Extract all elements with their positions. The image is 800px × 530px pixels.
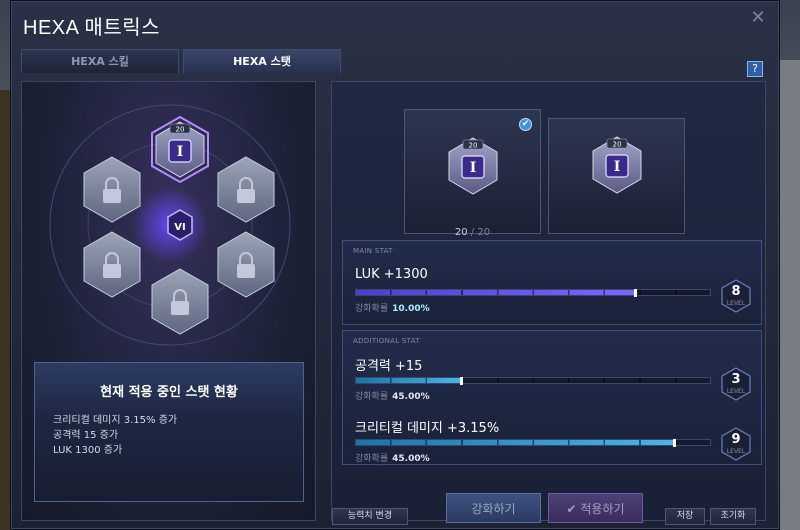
tab-hexa-skill[interactable]: HEXA 스킬 bbox=[21, 49, 179, 73]
status-line-attack: 공격력 15 증가 bbox=[53, 430, 119, 441]
selected-check-icon: ✔ bbox=[519, 118, 532, 131]
status-line-luk: LUK 1300 증가 bbox=[53, 445, 123, 456]
apply-button-label: 적용하기 bbox=[580, 502, 625, 516]
hexa-matrix-window: HEXA 매트릭스 ✕ ? HEXA 스킬 HEXA 스탯 20 I VI 현재… bbox=[10, 0, 780, 530]
check-circle-icon: ✔ bbox=[566, 502, 581, 516]
probability-label: 강화확률 bbox=[355, 304, 389, 314]
hexa-node-grid: 20 I VI bbox=[49, 104, 291, 346]
level-number: 9 bbox=[731, 432, 741, 447]
additional-stat-section: ADDITIONAL STAT 공격력 +15 강화확률 45.00% 3 LEV… bbox=[342, 330, 762, 465]
progress-segments bbox=[356, 378, 710, 383]
additional-stat-probability-1: 강화확률 45.00% bbox=[355, 389, 430, 402]
level-badge-text: 20 bbox=[176, 126, 185, 134]
probability-value: 45.00% bbox=[392, 392, 430, 402]
upgrade-button[interactable]: 강화하기 bbox=[446, 493, 541, 523]
hexa-node-locked-bottom[interactable] bbox=[151, 268, 209, 335]
stat-core-slot-preview[interactable]: 20 I bbox=[548, 118, 685, 234]
slot-badge-text: 20 bbox=[613, 141, 622, 149]
hexa-node-panel: 20 I VI 현재 적용 중인 스탯 현황 크리티컬 데미지 3.15% 증가… bbox=[21, 81, 316, 521]
status-title: 현재 적용 중인 스탯 현황 bbox=[100, 385, 238, 400]
progress-tip bbox=[460, 377, 464, 385]
additional-stat-progress-bar-2 bbox=[355, 439, 711, 447]
help-button[interactable]: ? bbox=[747, 61, 763, 77]
tab-bar: HEXA 스킬 HEXA 스탯 bbox=[21, 49, 341, 73]
level-number: 3 bbox=[731, 372, 741, 387]
hexa-stat-panel: ✔ 20 I 20 / 20 20 I MAIN STAT LUK +1300 bbox=[331, 81, 766, 521]
additional-stat-name-2: 크리티컬 데미지 +3.15% bbox=[355, 421, 500, 436]
hexa-node-locked-lower-right[interactable] bbox=[217, 231, 275, 298]
additional-stat-level-badge-2: 9 LEVEL bbox=[719, 427, 753, 461]
save-button[interactable]: 저장 bbox=[665, 508, 705, 525]
probability-label: 강화확률 bbox=[355, 454, 389, 464]
stat-core-glyph: I bbox=[177, 144, 184, 160]
hexa-node-locked-upper-left[interactable] bbox=[83, 156, 141, 223]
slot-level-separator: / bbox=[467, 227, 478, 238]
progress-segments bbox=[356, 290, 710, 295]
tab-hexa-stat[interactable]: HEXA 스탯 bbox=[183, 49, 341, 73]
slot-level-indicator: 20 / 20 bbox=[405, 227, 540, 238]
hexa-node-locked-lower-left[interactable] bbox=[83, 231, 141, 298]
stat-core-slot-current[interactable]: ✔ 20 I 20 / 20 bbox=[404, 109, 541, 238]
hexa-node-locked-upper-right[interactable] bbox=[217, 156, 275, 223]
section-label: ADDITIONAL STAT bbox=[353, 337, 420, 345]
additional-stat-level-badge-1: 3 LEVEL bbox=[719, 367, 753, 401]
stat-core-hex-icon: 20 I bbox=[592, 136, 642, 194]
slot-glyph: I bbox=[470, 160, 477, 176]
progress-tip bbox=[633, 289, 637, 297]
slot-badge-text: 20 bbox=[469, 142, 478, 150]
section-label: MAIN STAT bbox=[353, 247, 393, 255]
main-stat-name: LUK +1300 bbox=[355, 267, 428, 282]
slot-level-current: 20 bbox=[454, 227, 468, 238]
window-title: HEXA 매트릭스 bbox=[23, 17, 161, 39]
progress-segments bbox=[356, 440, 710, 445]
emblem-glyph: VI bbox=[174, 222, 185, 233]
level-label: LEVEL bbox=[726, 388, 746, 395]
probability-value: 45.00% bbox=[392, 454, 430, 464]
slot-glyph: I bbox=[614, 159, 621, 175]
applied-stat-status-box: 현재 적용 중인 스탯 현황 크리티컬 데미지 3.15% 증가 공격력 15 … bbox=[34, 362, 304, 502]
level-number: 8 bbox=[731, 284, 741, 299]
slot-level-max: 20 bbox=[477, 227, 491, 238]
main-stat-probability: 강화확률 10.00% bbox=[355, 301, 430, 314]
level-label: LEVEL bbox=[726, 448, 746, 455]
additional-stat-probability-2: 강화확률 45.00% bbox=[355, 451, 430, 464]
hexa-node-active[interactable]: 20 I bbox=[151, 115, 209, 184]
progress-tip bbox=[672, 439, 676, 447]
change-ability-button[interactable]: 능력치 변경 bbox=[332, 508, 408, 525]
apply-button[interactable]: ✔ 적용하기 bbox=[548, 493, 643, 523]
initialize-button[interactable]: 초기화 bbox=[710, 508, 756, 525]
main-stat-level-badge: 8 LEVEL bbox=[719, 279, 753, 313]
probability-label: 강화확률 bbox=[355, 392, 389, 402]
status-line-crit-damage: 크리티컬 데미지 3.15% 증가 bbox=[53, 415, 178, 426]
probability-value: 10.00% bbox=[392, 304, 430, 314]
main-stat-progress-bar bbox=[355, 289, 711, 297]
level-label: LEVEL bbox=[726, 300, 746, 307]
sixth-job-emblem-icon: VI bbox=[167, 209, 193, 241]
additional-stat-name-1: 공격력 +15 bbox=[355, 359, 423, 374]
close-icon[interactable]: ✕ bbox=[749, 9, 767, 27]
main-stat-section: MAIN STAT LUK +1300 강화확률 10.00% 8 LEVEL bbox=[342, 240, 762, 325]
additional-stat-progress-bar-1 bbox=[355, 377, 711, 385]
status-lines: 크리티컬 데미지 3.15% 증가 공격력 15 증가 LUK 1300 증가 bbox=[53, 413, 177, 458]
